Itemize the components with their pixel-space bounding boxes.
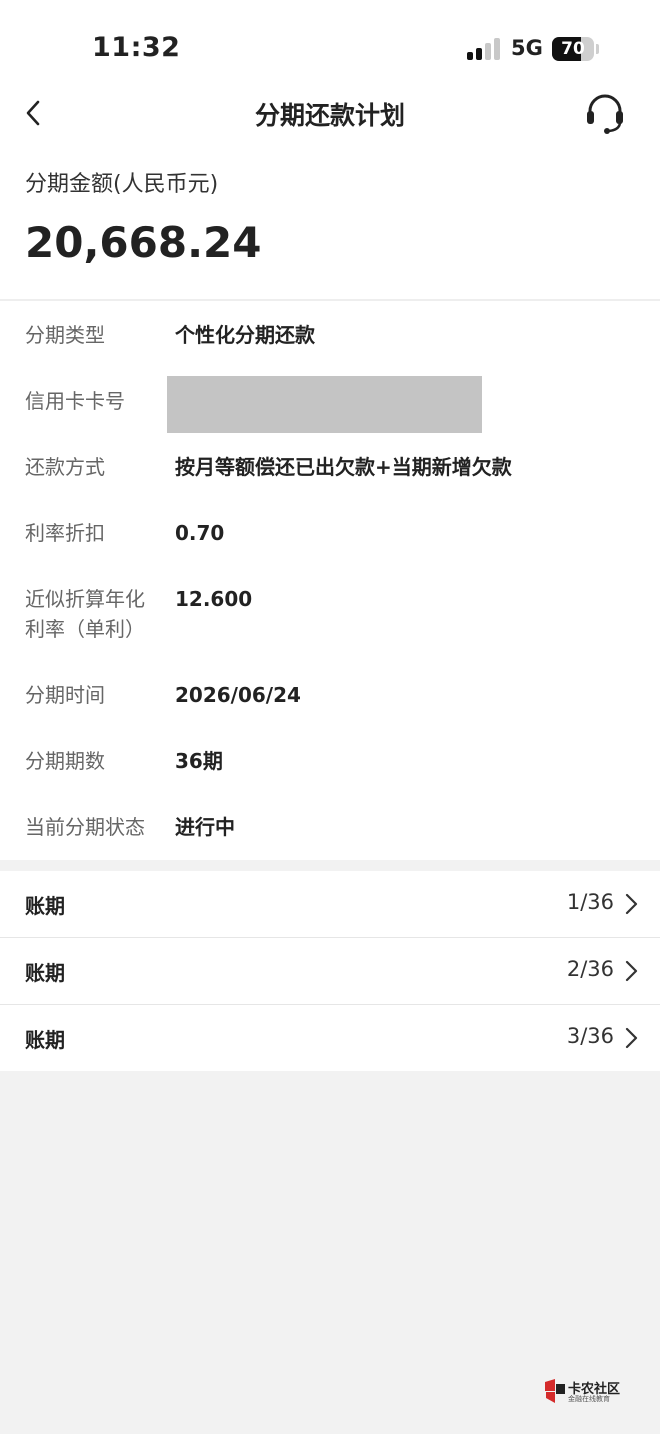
status-time: 11:32 bbox=[92, 32, 181, 63]
battery-level: 70 bbox=[561, 39, 585, 59]
detail-key: 当前分期状态 bbox=[25, 815, 145, 839]
period-value: 3/36 bbox=[566, 1024, 614, 1048]
chevron-right-icon bbox=[620, 892, 642, 916]
detail-value: 36期 bbox=[175, 749, 223, 773]
battery-tip bbox=[596, 44, 599, 54]
chevron-right-icon bbox=[620, 959, 642, 983]
battery-icon: 70 bbox=[552, 37, 594, 61]
detail-key: 信用卡卡号 bbox=[25, 389, 125, 413]
watermark-tagline: 金融在线教育 bbox=[568, 1395, 610, 1403]
signal-icon bbox=[467, 38, 501, 60]
card-number-redaction bbox=[167, 376, 482, 433]
status-bar: 11:32 5G 70 bbox=[0, 0, 660, 96]
network-label: 5G bbox=[511, 36, 543, 60]
headset-icon[interactable] bbox=[583, 92, 627, 136]
period-row-2[interactable]: 账期 2/36 bbox=[0, 938, 660, 1004]
page-title: 分期还款计划 bbox=[254, 101, 405, 130]
period-value: 1/36 bbox=[566, 890, 614, 914]
detail-key: 利率折扣 bbox=[25, 521, 105, 545]
detail-value: 12.600 bbox=[175, 587, 253, 611]
period-row-1[interactable]: 账期 1/36 bbox=[0, 871, 660, 937]
detail-value: 进行中 bbox=[175, 815, 235, 839]
detail-value: 按月等额偿还已出欠款+当期新增欠款 bbox=[175, 455, 512, 479]
detail-key: 近似折算年化 利率（单利） bbox=[25, 584, 165, 644]
detail-key: 分期类型 bbox=[25, 323, 105, 347]
watermark: 卡农社区 金融在线教育 bbox=[543, 1376, 629, 1406]
detail-key: 分期时间 bbox=[25, 683, 105, 707]
nav-bar: 分期还款计划 bbox=[0, 84, 660, 144]
period-label: 账期 bbox=[25, 1028, 65, 1052]
detail-value: 0.70 bbox=[175, 521, 225, 545]
detail-key-line1: 近似折算年化 bbox=[25, 587, 145, 611]
detail-key: 分期期数 bbox=[25, 749, 105, 773]
chevron-right-icon bbox=[620, 1026, 642, 1050]
period-row-3[interactable]: 账期 3/36 bbox=[0, 1005, 660, 1071]
period-label: 账期 bbox=[25, 894, 65, 918]
amount-value: 20,668.24 bbox=[25, 218, 262, 267]
detail-value: 2026/06/24 bbox=[175, 683, 301, 707]
period-label: 账期 bbox=[25, 961, 65, 985]
detail-key: 还款方式 bbox=[25, 455, 105, 479]
detail-value: 个性化分期还款 bbox=[175, 323, 315, 347]
kanong-logo-icon bbox=[543, 1378, 567, 1404]
detail-key-line2: 利率（单利） bbox=[25, 617, 145, 641]
divider bbox=[0, 299, 660, 301]
main-panel: 11:32 5G 70 分期还款计划 分期金额(人民币元) 20,668.24 … bbox=[0, 0, 660, 860]
period-value: 2/36 bbox=[566, 957, 614, 981]
amount-label: 分期金额(人民币元) bbox=[25, 172, 219, 197]
